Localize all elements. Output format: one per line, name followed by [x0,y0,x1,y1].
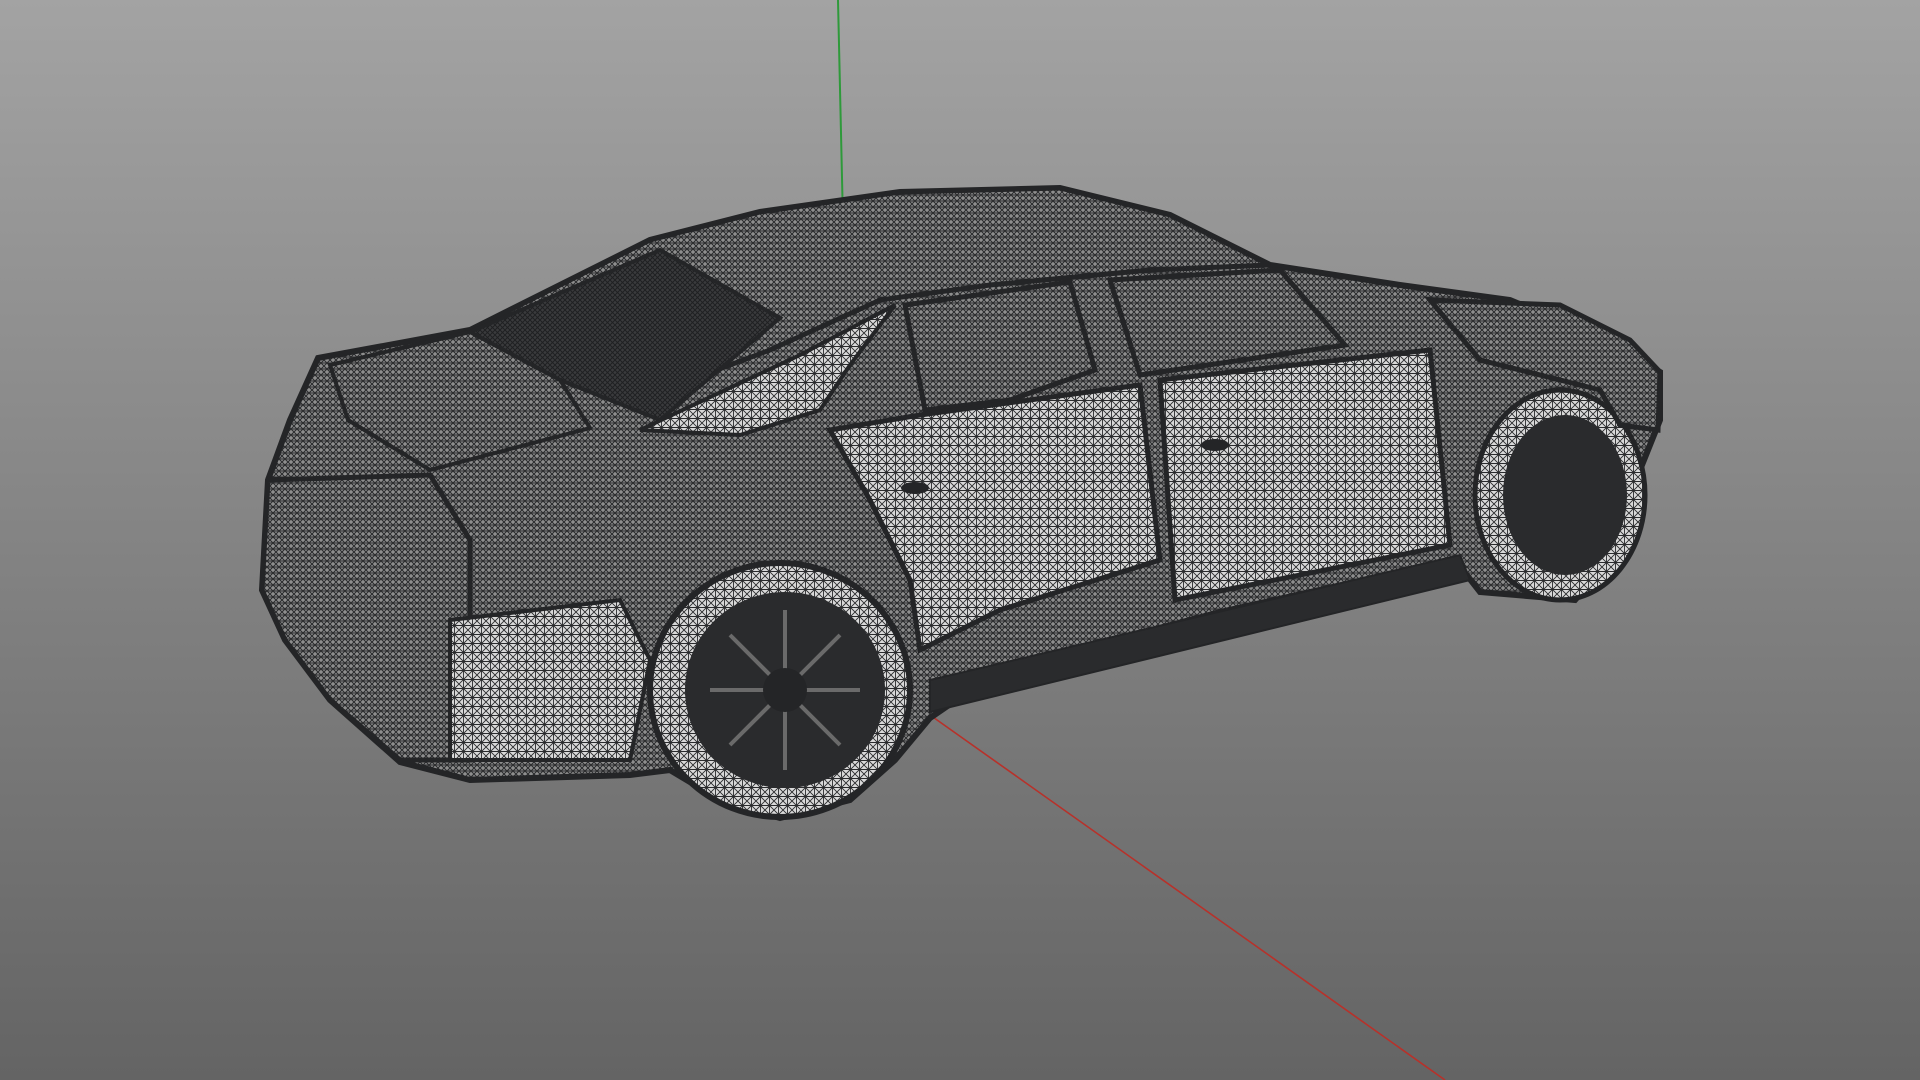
car-rear-fender-panel [448,597,653,762]
car-front-door-handle [1201,439,1229,451]
x-axis-line [929,714,1446,1080]
car-rear-wheel [647,560,913,820]
car-model[interactable] [258,184,1663,822]
3d-viewport[interactable] [0,0,1920,1080]
viewport-scene[interactable] [0,0,1920,1080]
car-rear-bumper [259,472,473,763]
y-axis-line [837,0,844,223]
car-rear-door-handle [901,482,929,494]
